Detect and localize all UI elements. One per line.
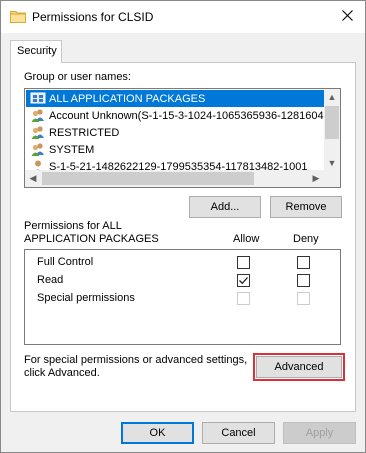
add-button[interactable]: Add... <box>189 196 261 218</box>
permissions-header-line1: Permissions for ALL <box>24 220 122 232</box>
list-item-account-unknown[interactable]: Account Unknown(S-1-15-3-1024-1065365936… <box>26 107 324 124</box>
permission-name: Special permissions <box>37 292 135 304</box>
horizontal-scroll-thumb[interactable] <box>42 172 254 185</box>
list-item-label: Account Unknown(S-1-15-3-1024-1065365936… <box>49 109 324 122</box>
security-tab-panel: Group or user names: ALL APPLICATION PAC… <box>10 62 356 412</box>
scroll-up-arrow-icon[interactable]: ▲ <box>324 89 340 105</box>
permissions-dialog: Permissions for CLSID Security Group or … <box>0 0 366 453</box>
user-group-icon <box>30 125 46 140</box>
scroll-down-arrow-icon[interactable]: ▼ <box>324 155 340 171</box>
permission-row-special: Special permissions <box>25 290 340 307</box>
full-control-allow-checkbox[interactable] <box>237 256 250 269</box>
vertical-scroll-thumb[interactable] <box>325 106 339 139</box>
close-button[interactable] <box>335 5 359 29</box>
scrollbar-corner <box>324 170 340 187</box>
group-user-listbox[interactable]: ALL APPLICATION PACKAGES Account Unknown… <box>24 88 341 188</box>
allow-column-header: Allow <box>233 233 260 245</box>
user-group-icon <box>30 108 46 123</box>
ok-button[interactable]: OK <box>121 422 194 444</box>
read-deny-checkbox[interactable] <box>297 274 310 287</box>
user-group-icon <box>30 142 46 157</box>
scroll-left-arrow-icon[interactable]: ◀ <box>25 170 41 186</box>
scroll-right-arrow-icon[interactable]: ▶ <box>308 170 324 186</box>
read-allow-checkbox[interactable] <box>237 274 250 287</box>
horizontal-scrollbar[interactable]: ◀ ▶ <box>25 170 340 187</box>
tab-security[interactable]: Security <box>10 40 62 63</box>
checkmark-icon <box>239 277 248 285</box>
list-item-system[interactable]: SYSTEM <box>26 141 324 158</box>
group-names-label: Group or user names: <box>24 71 131 83</box>
list-item-all-application-packages[interactable]: ALL APPLICATION PACKAGES <box>26 90 324 107</box>
special-deny-checkbox <box>297 292 310 305</box>
advanced-info-line2: click Advanced. <box>24 367 100 379</box>
close-icon <box>341 10 353 24</box>
special-allow-checkbox <box>237 292 250 305</box>
title-bar[interactable]: Permissions for CLSID <box>1 1 365 33</box>
vertical-scrollbar[interactable]: ▲ ▼ <box>324 89 340 171</box>
list-item-label: RESTRICTED <box>49 126 120 139</box>
permission-name: Read <box>37 274 64 286</box>
full-control-deny-checkbox[interactable] <box>297 256 310 269</box>
permissions-list: Full Control Read Special permissions <box>24 249 341 345</box>
cancel-button[interactable]: Cancel <box>202 422 275 444</box>
window-title: Permissions for CLSID <box>32 10 154 24</box>
permissions-header-line2: APPLICATION PACKAGES <box>24 233 159 245</box>
deny-column-header: Deny <box>293 233 319 245</box>
permission-name: Full Control <box>37 256 94 268</box>
apply-button: Apply <box>283 422 356 444</box>
permission-row-read: Read <box>25 272 340 289</box>
folder-icon <box>10 10 26 23</box>
list-item-label: ALL APPLICATION PACKAGES <box>49 92 206 105</box>
package-group-icon <box>30 91 46 106</box>
list-item-label: SYSTEM <box>49 143 95 156</box>
advanced-info-line1: For special permissions or advanced sett… <box>24 354 248 366</box>
tab-security-label: Security <box>17 45 57 57</box>
list-item-restricted[interactable]: RESTRICTED <box>26 124 324 141</box>
advanced-button[interactable]: Advanced <box>253 353 345 381</box>
remove-button[interactable]: Remove <box>270 196 342 218</box>
permission-row-full-control: Full Control <box>25 254 340 271</box>
